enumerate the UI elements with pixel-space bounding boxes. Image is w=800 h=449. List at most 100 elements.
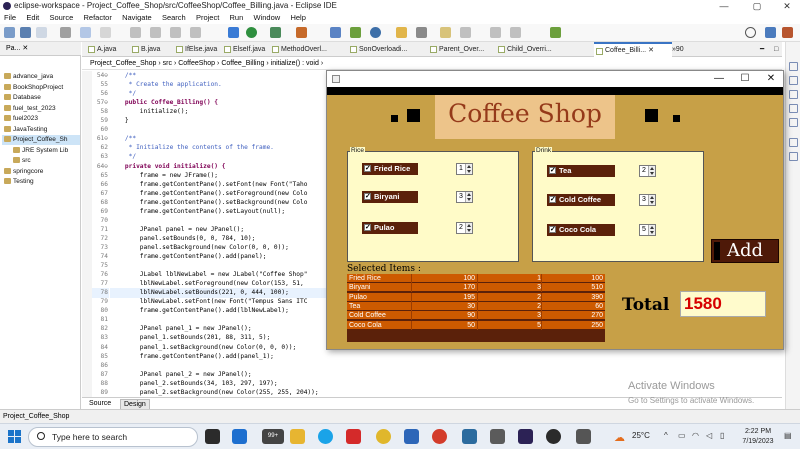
spinner-value[interactable]: 2	[642, 167, 646, 174]
github-icon[interactable]	[546, 429, 561, 444]
suspend-icon[interactable]	[150, 27, 161, 38]
tab-b-java[interactable]: B.java	[130, 42, 160, 57]
forward-icon[interactable]	[510, 27, 521, 38]
fried-rice-checkbox[interactable]: Fried Rice	[362, 163, 418, 175]
clock[interactable]: 2:22 PM 7/19/2023	[738, 427, 778, 447]
pulao-spinner[interactable]: 2	[456, 222, 473, 234]
table-row[interactable]: Biryani 170 3 510	[347, 283, 605, 293]
checkbox-icon[interactable]	[549, 224, 556, 236]
tree-item[interactable]: advance_java	[2, 72, 80, 82]
tab-source[interactable]: Source	[86, 399, 114, 409]
code-area[interactable]: /** * Create the application. */ public …	[110, 71, 330, 397]
battery-icon[interactable]: ▯	[720, 431, 724, 440]
new-icon[interactable]	[4, 27, 15, 38]
menu-help[interactable]: Help	[286, 12, 309, 24]
table-row[interactable]: Coco Cola 50 5 250	[347, 320, 605, 330]
package-explorer-tab[interactable]: Pa... ✕	[0, 42, 81, 56]
menu-file[interactable]: File	[0, 12, 20, 24]
skip-icon[interactable]	[100, 27, 111, 38]
checkbox-icon[interactable]	[364, 191, 371, 203]
tree-item[interactable]: BookShopProject	[2, 83, 80, 93]
maximize-editor-icon[interactable]: □	[774, 42, 778, 57]
total-value-field[interactable]: 1580	[680, 291, 766, 317]
spinner-arrows-icon[interactable]	[465, 223, 472, 233]
tab-elseif-java[interactable]: ElseIf.java	[222, 42, 265, 57]
perspective-icon[interactable]	[765, 27, 776, 38]
javadoc-icon[interactable]	[789, 104, 798, 113]
start-button[interactable]	[8, 430, 21, 443]
tree-item[interactable]: springcore	[2, 167, 80, 177]
task-list-icon[interactable]	[789, 76, 798, 85]
tree-item[interactable]: Testing	[2, 177, 80, 187]
close-button[interactable]: ✕	[776, 0, 798, 12]
external-tools-icon[interactable]	[296, 27, 307, 38]
cold-coffee-checkbox[interactable]: Cold Coffee	[547, 194, 615, 206]
console-icon[interactable]	[789, 138, 798, 147]
table-row[interactable]: Fried Rice 100 1 100	[347, 274, 605, 283]
spinner-value[interactable]: 1	[459, 165, 463, 172]
open-type-icon[interactable]	[396, 27, 407, 38]
notification-icon[interactable]: ▤	[784, 431, 792, 440]
app-close-button[interactable]: ✕	[763, 72, 779, 86]
annotation-icon[interactable]	[440, 27, 451, 38]
checkbox-icon[interactable]	[364, 163, 371, 175]
checkbox-icon[interactable]	[549, 194, 556, 206]
app-minimize-button[interactable]: —	[711, 72, 727, 86]
biryani-spinner[interactable]: 3	[456, 191, 473, 203]
new-class-icon[interactable]	[370, 27, 381, 38]
tab-child-overri[interactable]: Child_Overri...	[496, 42, 552, 57]
menu-search[interactable]: Search	[158, 12, 190, 24]
vscode-icon[interactable]	[404, 429, 419, 444]
notification-badge[interactable]: 99+	[262, 429, 284, 444]
tree-item[interactable]: JRE System Lib	[2, 146, 80, 156]
tab-a-java[interactable]: A.java	[86, 42, 116, 57]
menu-source[interactable]: Source	[46, 12, 78, 24]
tab-ifelse-java[interactable]: IfElse.java	[174, 42, 217, 57]
table-row[interactable]: Pulao 195 2 390	[347, 292, 605, 302]
quick-access-search-icon[interactable]	[745, 27, 756, 38]
save-all-icon[interactable]	[36, 27, 47, 38]
spinner-arrows-icon[interactable]	[648, 225, 655, 235]
save-icon[interactable]	[20, 27, 31, 38]
tree-item[interactable]: Project_Coffee_Sh	[2, 135, 80, 145]
toggle-icon[interactable]	[80, 27, 91, 38]
coco-cola-spinner[interactable]: 5	[639, 224, 656, 236]
tab-parent-over[interactable]: Parent_Over...	[428, 42, 484, 57]
tea-spinner[interactable]: 2	[639, 165, 656, 177]
widgets-icon[interactable]	[232, 429, 247, 444]
back-icon[interactable]	[490, 27, 501, 38]
spinner-value[interactable]: 3	[642, 196, 646, 203]
run-icon[interactable]	[246, 27, 257, 38]
code-line[interactable]: panel_2.setBackground(new Color(255, 255…	[110, 388, 319, 397]
coco-cola-checkbox[interactable]: Coco Cola	[547, 224, 615, 236]
tree-item[interactable]: src	[2, 156, 80, 166]
java-taskbar-icon[interactable]	[576, 429, 591, 444]
tree-item[interactable]: fuel2023	[2, 114, 80, 124]
coverage-icon[interactable]	[270, 27, 281, 38]
step-into-icon[interactable]	[190, 27, 201, 38]
next-annotation-icon[interactable]	[460, 27, 471, 38]
chevron-up-icon[interactable]: ^	[664, 431, 668, 440]
spinner-value[interactable]: 2	[459, 224, 463, 231]
app-maximize-button[interactable]: ☐	[737, 72, 753, 86]
code-line[interactable]: frame.getContentPane().add(lblNewLabel);	[110, 306, 289, 316]
biryani-checkbox[interactable]: Biryani	[362, 191, 418, 203]
volume-icon[interactable]: ◁	[706, 431, 712, 440]
wps-office-icon[interactable]	[346, 429, 361, 444]
selected-items-table[interactable]: Fried Rice 100 1 100 Biryani 170 3 510 Pulao 195 2…	[347, 274, 605, 342]
minimize-editor-icon[interactable]: ━	[760, 42, 764, 57]
breadcrumb-project[interactable]: Project_Coffee_Shop	[90, 60, 156, 67]
debug-icon[interactable]	[228, 27, 239, 38]
breadcrumb-class[interactable]: Coffee_Billing	[221, 60, 264, 67]
pin-icon[interactable]	[550, 27, 561, 38]
tab-sonoverloadi[interactable]: SonOverloadi...	[348, 42, 407, 57]
table-row[interactable]: Tea 30 2 60	[347, 301, 605, 311]
tab-methodoverl[interactable]: MethodOverl...	[270, 42, 327, 57]
add-button[interactable]: Add	[711, 239, 779, 263]
minimize-button[interactable]: —	[713, 0, 735, 12]
tab-overflow[interactable]: »90	[670, 42, 684, 57]
chrome-icon[interactable]	[376, 429, 391, 444]
tab-coffee-billing[interactable]: Coffee_Billi... ✕	[594, 42, 672, 57]
menu-window[interactable]: Window	[250, 12, 285, 24]
code-line[interactable]: frame.getContentPane().add(panel_1);	[110, 352, 274, 362]
